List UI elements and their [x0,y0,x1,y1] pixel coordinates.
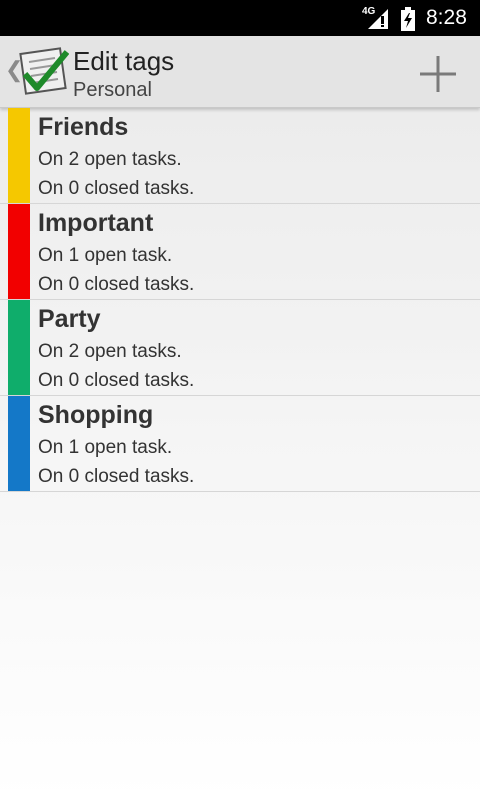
open-task-count: On 1 open task. [38,245,173,266]
open-task-count: On 1 open task. [38,437,173,458]
tag-name: Friends [38,113,129,141]
page-subtitle: Personal [73,79,152,101]
tag-row-shopping[interactable]: Shopping On 1 open task. On 0 closed tas… [0,396,480,492]
tag-row-friends[interactable]: Friends On 2 open tasks. On 0 closed tas… [0,108,480,204]
tag-row-party[interactable]: Party On 2 open tasks. On 0 closed tasks… [0,300,480,396]
closed-task-count: On 0 closed tasks. [38,370,195,391]
tag-row-important[interactable]: Important On 1 open task. On 0 closed ta… [0,204,480,300]
action-bar: ❮ Edit tags Personal [0,36,480,108]
open-task-count: On 2 open tasks. [38,341,182,362]
closed-task-count: On 0 closed tasks. [38,274,195,295]
closed-task-count: On 0 closed tasks. [38,178,195,199]
tag-color-bar [8,300,30,395]
tag-list: Friends On 2 open tasks. On 0 closed tas… [0,108,480,492]
tag-name: Shopping [38,401,154,429]
tag-color-bar [8,108,30,203]
status-bar: 4G 8:28 [0,0,480,36]
open-task-count: On 2 open tasks. [38,149,182,170]
network-type-label: 4G [362,6,376,17]
clock: 8:28 [426,6,467,29]
tag-name: Important [38,209,154,237]
tag-color-bar [8,396,30,491]
page-title: Edit tags [73,46,175,76]
tag-color-bar [8,204,30,299]
checklist-icon[interactable] [17,46,69,96]
tag-name: Party [38,305,101,333]
plus-icon[interactable] [412,48,464,100]
battery-icon [401,7,415,31]
closed-task-count: On 0 closed tasks. [38,466,195,487]
